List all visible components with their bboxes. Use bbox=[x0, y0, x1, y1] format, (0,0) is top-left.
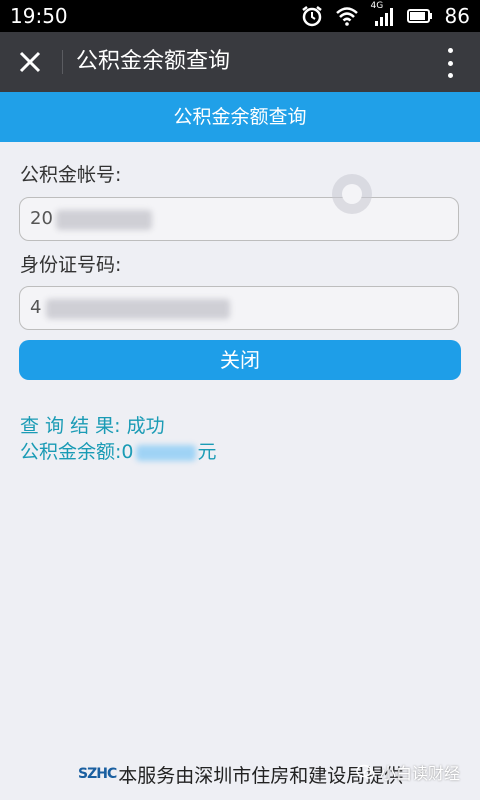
wechat-logo-icon bbox=[356, 764, 375, 779]
watermark: 小白读财经 bbox=[356, 760, 460, 784]
balance-prefix: 0 bbox=[121, 441, 134, 463]
app-bar-divider bbox=[62, 50, 63, 74]
id-label: 身份证号码: bbox=[20, 254, 122, 276]
account-field[interactable]: 20 bbox=[19, 197, 459, 241]
watermark-text: 小白读财经 bbox=[380, 764, 461, 783]
more-vert-icon bbox=[447, 48, 453, 53]
battery-level: 86 bbox=[444, 4, 470, 28]
query-result-label: 查 询 结 果: bbox=[20, 415, 121, 437]
battery-icon bbox=[406, 9, 432, 23]
account-redaction bbox=[56, 210, 152, 230]
page-header: 公积金余额查询 bbox=[0, 92, 480, 142]
balance-label: 公积金余额: bbox=[20, 441, 122, 463]
close-icon bbox=[19, 51, 41, 73]
account-value: 20 bbox=[30, 208, 53, 229]
app-bar: 公积金余额查询 bbox=[0, 32, 480, 92]
id-number-value: 4 bbox=[30, 297, 42, 318]
status-icons: 4G 86 bbox=[301, 1, 470, 28]
menu-dot bbox=[447, 73, 453, 78]
signal-icon: 4G bbox=[371, 1, 395, 27]
wifi-icon bbox=[335, 7, 358, 26]
query-result: 查 询 结 果: 成功 bbox=[20, 414, 165, 438]
more-menu-button[interactable] bbox=[444, 48, 456, 78]
balance-unit: 元 bbox=[197, 441, 217, 463]
status-bar: 19:50 4G 86 bbox=[0, 0, 480, 32]
app-bar-title: 公积金余额查询 bbox=[76, 49, 231, 74]
id-number-field[interactable]: 4 bbox=[19, 286, 459, 330]
szhc-logo: SZHC bbox=[78, 766, 117, 782]
close-action-button[interactable]: 关闭 bbox=[19, 340, 461, 380]
status-time: 19:50 bbox=[10, 4, 68, 28]
id-number-redaction bbox=[46, 299, 230, 319]
footer: SZHC 本服务由深圳市住房和建设局提供 bbox=[78, 758, 403, 790]
account-label: 公积金帐号: bbox=[20, 164, 122, 186]
menu-dot bbox=[447, 60, 453, 66]
touch-ripple bbox=[332, 174, 372, 214]
close-button[interactable] bbox=[12, 44, 48, 80]
query-result-value: 成功 bbox=[126, 415, 165, 437]
alarm-icon bbox=[301, 6, 322, 27]
balance-result: 公积金余额:0 元 bbox=[20, 440, 217, 464]
balance-redaction bbox=[135, 444, 196, 461]
